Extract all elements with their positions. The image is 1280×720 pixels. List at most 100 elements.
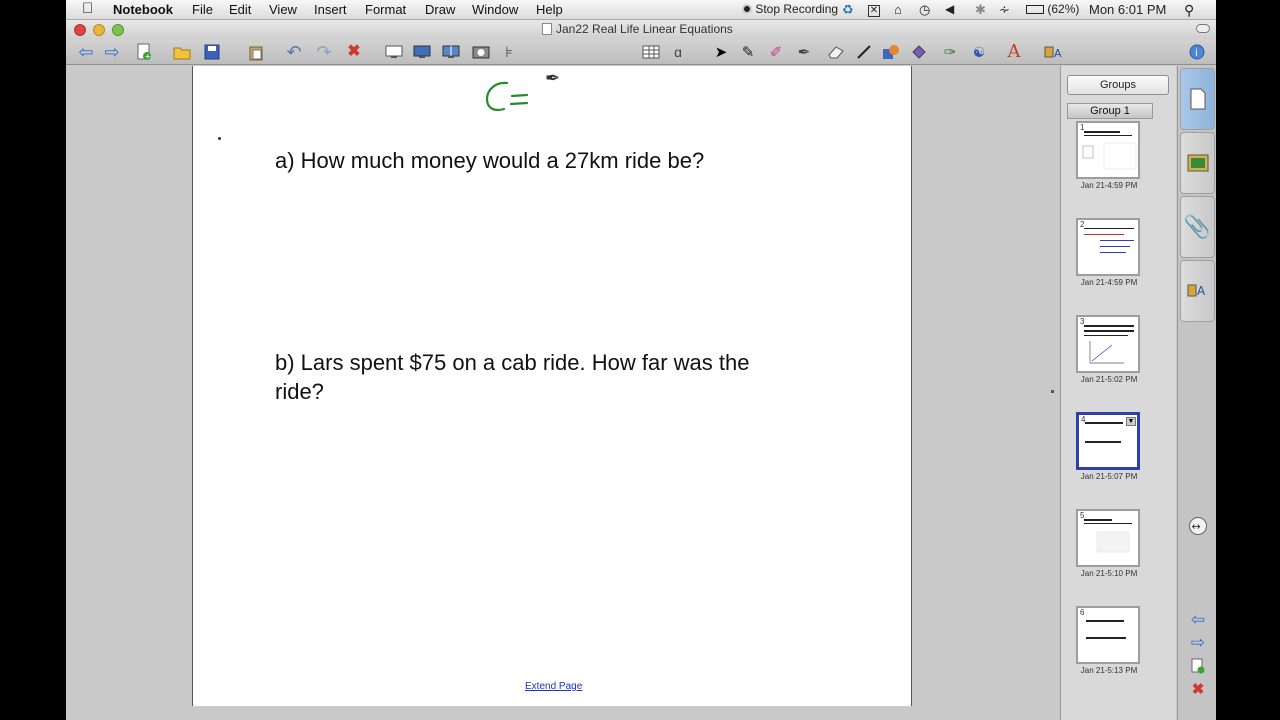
menu-edit[interactable]: Edit [229, 2, 251, 17]
info-icon[interactable]: i [1187, 42, 1207, 62]
menu-draw[interactable]: Draw [425, 2, 455, 17]
undo-icon[interactable]: ↶ [284, 42, 304, 62]
move-sidebar-button[interactable]: ↔ [1188, 516, 1208, 536]
battery-percent: (62%) [1047, 2, 1080, 16]
menu-window[interactable]: Window [472, 2, 518, 17]
shape-icon[interactable] [881, 42, 901, 62]
sync-icon[interactable]: ♻ [842, 2, 854, 18]
screen:  Notebook File Edit View Insert Format … [0, 0, 1280, 720]
zoom-window-icon[interactable] [112, 24, 124, 36]
select-arrow-icon[interactable]: ➤ [711, 42, 731, 62]
thumbnail-3-label: Jan 21-5:02 PM [1080, 375, 1138, 384]
gallery-icon [1187, 154, 1208, 172]
bluetooth-icon[interactable]: ✱ [975, 2, 986, 18]
back-icon[interactable]: ⇦ [76, 42, 96, 62]
clock[interactable]: Mon 6:01 PM [1089, 2, 1166, 17]
wifi-icon[interactable]: ∻ [999, 2, 1010, 18]
spotlight-search-icon[interactable]: ⚲ [1184, 2, 1194, 19]
pen-icon[interactable]: ✎ [738, 42, 758, 62]
apple-menu-icon[interactable]:  [82, 0, 93, 17]
menu-help[interactable]: Help [536, 2, 563, 17]
stop-recording-item[interactable]: Stop Recording [742, 2, 838, 16]
close-window-icon[interactable] [74, 24, 86, 36]
page-thumbnail-6[interactable]: 6 [1076, 606, 1140, 664]
highlighter-icon[interactable]: ☯ [969, 42, 989, 62]
delete-page-icon[interactable]: ✖ [1188, 679, 1208, 699]
capture-icon[interactable] [471, 42, 491, 62]
battery-icon [1026, 5, 1044, 14]
extend-page-link[interactable]: Extend Page [525, 681, 582, 692]
fill-icon[interactable] [909, 42, 929, 62]
thumbnail-6-label: Jan 21-5:13 PM [1080, 666, 1138, 675]
dual-display-icon[interactable] [441, 42, 461, 62]
paste-icon[interactable] [246, 42, 266, 62]
next-page-icon[interactable]: ⇨ [1188, 633, 1208, 653]
properties-icon: A [1187, 284, 1206, 298]
line-icon[interactable] [854, 42, 874, 62]
minimize-window-icon[interactable] [93, 24, 105, 36]
page-thumbnail-3[interactable]: 3 [1076, 315, 1140, 373]
workspace: C= ✒ a) How much money would a 27km ride… [66, 66, 1060, 720]
close-box-icon[interactable]: ✕ [868, 2, 880, 17]
move-sidebar-icon: ↔ [1189, 517, 1207, 535]
add-page-icon[interactable]: + [134, 42, 154, 62]
toolbar-toggle-icon[interactable] [1196, 24, 1210, 33]
page-thumbnail-2[interactable]: 2 [1076, 218, 1140, 276]
thumbnail-5-label: Jan 21-5:10 PM [1080, 569, 1138, 578]
menu-insert[interactable]: Insert [314, 2, 347, 17]
battery-item[interactable]: (62%) [1026, 2, 1079, 16]
page-thumbnail-5[interactable]: 5 [1076, 509, 1140, 567]
thumb-5-grid [1096, 531, 1130, 553]
forward-icon[interactable]: ⇨ [102, 42, 122, 62]
home-icon[interactable]: ⌂ [894, 2, 902, 17]
page-sorter-panel: Groups Group 1 1 Jan 21-4:59 PM 2 Jan 21… [1060, 66, 1176, 720]
menu-view[interactable]: View [269, 2, 297, 17]
document-icon [542, 23, 552, 35]
table-tool-icon[interactable]: ⊧ [499, 42, 519, 62]
creative-pen-icon[interactable]: ✐ [766, 42, 786, 62]
app-menu[interactable]: Notebook [113, 2, 173, 17]
time-machine-icon[interactable]: ◷ [919, 2, 930, 18]
open-folder-icon[interactable] [172, 42, 192, 62]
thumbnail-menu-icon[interactable]: ▼ [1126, 417, 1136, 426]
gallery-icon[interactable]: A [1044, 42, 1064, 62]
thumbnail-1-label: Jan 21-4:59 PM [1080, 181, 1138, 190]
group-tab[interactable]: Group 1 [1067, 103, 1153, 119]
sidebar-tab-rail: 📎 A ↔ ⇦ ⇨ ✖ [1177, 66, 1216, 720]
properties-tab[interactable]: A [1180, 260, 1215, 322]
stray-dot [218, 137, 221, 140]
gallery-tab[interactable] [1180, 132, 1215, 194]
table-icon[interactable] [641, 42, 661, 62]
attachments-icon: 📎 [1183, 214, 1212, 239]
svg-text:i: i [1195, 48, 1198, 59]
delete-icon[interactable]: ✖ [344, 42, 364, 62]
stop-recording-label: Stop Recording [755, 2, 839, 16]
handwritten-formula: C= [485, 81, 529, 112]
attachments-tab[interactable]: 📎 [1180, 196, 1215, 258]
notebook-page[interactable]: C= ✒ a) How much money would a 27km ride… [192, 66, 912, 706]
groups-button[interactable]: Groups [1067, 75, 1169, 95]
toolbar: ⇦ ⇨ + ↶ ↷ ✖ ⊧ ɑ ➤ ✎ ✐ ✒ ✑ ☯ A A i [66, 39, 1216, 65]
menu-file[interactable]: File [192, 2, 213, 17]
eraser-icon[interactable] [826, 42, 846, 62]
page-sorter-icon [1190, 88, 1205, 110]
redo-icon[interactable]: ↷ [314, 42, 334, 62]
volume-icon[interactable]: ◀ [945, 2, 954, 16]
properties-pen-icon[interactable]: ✑ [940, 42, 960, 62]
svg-text:A: A [1197, 284, 1206, 298]
page-sorter-tab[interactable] [1180, 68, 1215, 130]
screen-shade-icon[interactable] [384, 42, 404, 62]
text-icon[interactable]: A [1004, 42, 1024, 62]
previous-page-icon[interactable]: ⇦ [1188, 610, 1208, 630]
add-page-icon[interactable] [1188, 656, 1208, 676]
menu-bar:  Notebook File Edit View Insert Format … [66, 0, 1216, 20]
page-thumbnail-4[interactable]: 4 ▼ [1076, 412, 1140, 470]
page-thumbnail-1[interactable]: 1 [1076, 121, 1140, 179]
record-icon [742, 4, 752, 14]
full-screen-icon[interactable] [412, 42, 432, 62]
menu-format[interactable]: Format [365, 2, 406, 17]
save-icon[interactable] [202, 42, 222, 62]
spelling-icon[interactable]: ɑ [668, 42, 688, 62]
panel-resize-handle[interactable] [1051, 390, 1054, 393]
magic-pen-icon[interactable]: ✒ [794, 42, 814, 62]
